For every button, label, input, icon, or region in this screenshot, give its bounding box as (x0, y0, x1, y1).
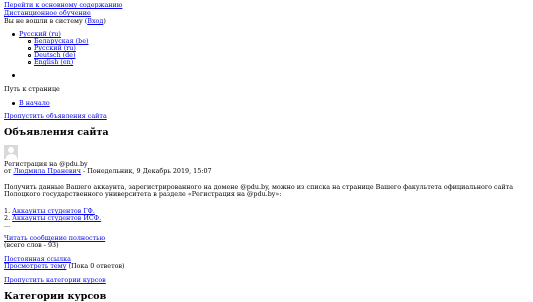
post-date: - Понедельник, 9 Декабрь 2019, 15:07 (80, 167, 212, 175)
login-link[interactable]: Вход (87, 17, 103, 25)
circle-bullet-icon (28, 61, 31, 64)
avatar-head-icon (8, 147, 14, 153)
skip-announcements-link[interactable]: Пропустить объявления сайта (4, 112, 107, 120)
circle-bullet-icon (28, 54, 31, 57)
bullet-icon (12, 102, 15, 105)
discuss-row: Просмотреть тему (Пока 0 ответов) (4, 262, 125, 270)
course-categories-title: Категории курсов (4, 291, 107, 302)
post-ellipsis: ... (4, 221, 11, 229)
post-byline: от Людмила Праневич - Понедельник, 9 Дек… (4, 167, 212, 175)
language-option-en[interactable]: English (en) (34, 58, 73, 66)
skip-course-categories-link[interactable]: Пропустить категории курсов (4, 276, 106, 284)
word-count: (всего слов - 93) (4, 241, 59, 249)
announcements-title: Объявления сайта (4, 127, 109, 138)
breadcrumb-home-link[interactable]: В начало (19, 99, 50, 107)
avatar (4, 145, 18, 159)
post-author-link[interactable]: Людмила Праневич (13, 167, 81, 175)
reply-count: (Пока 0 ответов) (66, 262, 125, 270)
breadcrumb-heading: Путь к странице (4, 85, 60, 93)
bullet-icon (12, 74, 15, 77)
circle-bullet-icon (28, 40, 31, 43)
isf-accounts-link[interactable]: Аккаунты студентов ИСФ. (12, 214, 101, 222)
post-list-item: 2. Аккаунты студентов ИСФ. (4, 214, 102, 222)
bullet-icon (12, 33, 15, 36)
post-body: Получить данные Вашего аккаунта, зарегис… (4, 183, 514, 199)
circle-bullet-icon (28, 47, 31, 50)
discuss-topic-link[interactable]: Просмотреть тему (4, 262, 66, 270)
login-status: Вы не вошли в систему (Вход) (4, 17, 106, 25)
avatar-body-icon (5, 154, 17, 159)
